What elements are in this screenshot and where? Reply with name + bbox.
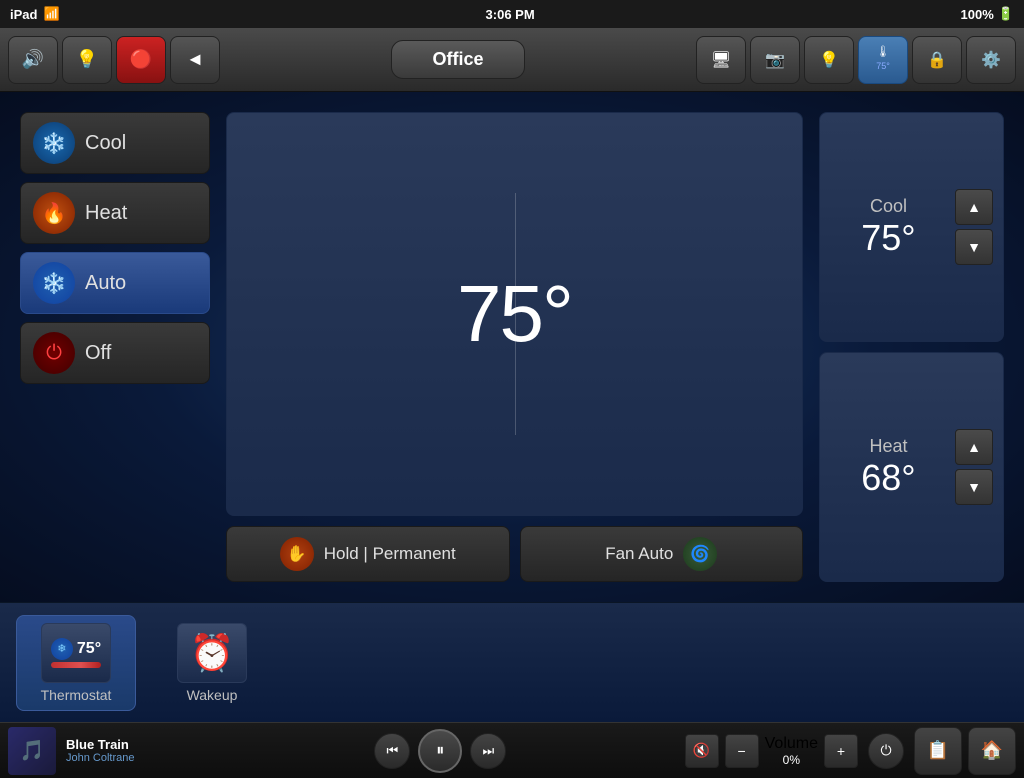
track-info: Blue Train John Coltrane (66, 737, 206, 764)
home-button[interactable]: 🏠 (968, 727, 1016, 775)
thermostat-nav-button[interactable]: 🌡75° (858, 36, 908, 84)
heat-setpoint-info: Heat 68° (830, 436, 947, 499)
main-content: ❄️ Cool 🔥 Heat ❄️ Auto ⏻ Off 75° (0, 92, 1024, 602)
heat-setpoint-arrows: ▲ ▼ (955, 429, 993, 505)
wakeup-icon: ⏰ (187, 628, 237, 678)
right-media-buttons: 📋 🏠 (914, 727, 1016, 775)
thermostat-mini-widget: ❄ 75° (51, 638, 101, 668)
status-bar: iPad 📶 3:06 PM 100% 🔋 (0, 0, 1024, 28)
status-time: 3:06 PM (486, 7, 535, 22)
lock-button[interactable]: 🔒 (912, 36, 962, 84)
mute-button[interactable]: 🔇 (685, 734, 719, 768)
status-left: iPad 📶 (10, 6, 60, 22)
settings-button[interactable]: ⚙️ (966, 36, 1016, 84)
thermostat-fav-label: Thermostat (41, 687, 112, 703)
thermostat-fav-icon: ❄ 75° (41, 623, 111, 683)
thermostat-mini-icon: 🌡75° (876, 46, 890, 72)
volume-label: Volume (765, 735, 818, 752)
cool-setpoint-arrows: ▲ ▼ (955, 189, 993, 265)
volume-display: Volume 0% (765, 735, 818, 767)
volume-value: 0% (765, 753, 818, 767)
nav-title-text: Office (391, 40, 524, 79)
volume-down-button[interactable]: − (725, 734, 759, 768)
heat-icon: 🔥 (33, 192, 75, 234)
track-name: Blue Train (66, 737, 206, 752)
device-label: iPad (10, 7, 37, 22)
heat-setpoint-value: 68° (830, 457, 947, 499)
nav-title: Office (224, 40, 692, 79)
battery-icon: 🔋 (998, 6, 1014, 22)
back-button[interactable]: ◄ (170, 36, 220, 84)
heat-up-button[interactable]: ▲ (955, 429, 993, 465)
cool-mode-button[interactable]: ❄️ Cool (20, 112, 210, 174)
thermo-mini-temp: 75° (77, 640, 101, 658)
status-right: 100% 🔋 (961, 6, 1014, 22)
cool-up-button[interactable]: ▲ (955, 189, 993, 225)
wifi-icon: 📶 (43, 6, 59, 22)
record-button[interactable]: 🔴 (116, 36, 166, 84)
sound-button[interactable]: 🔊 (8, 36, 58, 84)
nav-bar: 🔊 💡 🔴 ◄ Office 🖥 📷 💡 🌡75° 🔒 ⚙️ (0, 28, 1024, 92)
favorite-wakeup[interactable]: ⏰ Wakeup (152, 615, 272, 711)
light-button[interactable]: 💡 (62, 36, 112, 84)
heat-setpoint-label: Heat (830, 436, 947, 457)
prev-button[interactable]: ⏮ (374, 733, 410, 769)
thermo-mini-top: ❄ 75° (51, 638, 101, 660)
album-art: 🎵 (8, 727, 56, 775)
temp-display: 75° ✋ Hold | Permanent Fan Auto 🌀 (226, 112, 803, 582)
cool-setpoint-box: Cool 75° ▲ ▼ (819, 112, 1004, 342)
auto-icon: ❄️ (33, 262, 75, 304)
temp-main-display: 75° (226, 112, 803, 516)
auto-mode-button[interactable]: ❄️ Auto (20, 252, 210, 314)
heat-setpoint-box: Heat 68° ▲ ▼ (819, 352, 1004, 582)
heat-down-button[interactable]: ▼ (955, 469, 993, 505)
heat-label: Heat (85, 202, 127, 225)
camera-button[interactable]: 📷 (750, 36, 800, 84)
heat-mode-button[interactable]: 🔥 Heat (20, 182, 210, 244)
off-label: Off (85, 342, 111, 365)
thermostat-panel: ❄️ Cool 🔥 Heat ❄️ Auto ⏻ Off 75° (20, 112, 1004, 582)
hold-button[interactable]: ✋ Hold | Permanent (226, 526, 510, 582)
playlist-button[interactable]: 📋 (914, 727, 962, 775)
next-button[interactable]: ⏭ (470, 733, 506, 769)
cool-label: Cool (85, 132, 126, 155)
pause-button[interactable]: ⏸ (418, 729, 462, 773)
auto-label: Auto (85, 272, 126, 295)
mode-buttons: ❄️ Cool 🔥 Heat ❄️ Auto ⏻ Off (20, 112, 210, 582)
nav-right-buttons: 🖥 📷 💡 🌡75° 🔒 ⚙️ (696, 36, 1016, 84)
power-button[interactable]: ⏻ (868, 733, 904, 769)
thermo-mini-bar (51, 662, 101, 668)
volume-controls: 🔇 − Volume 0% + ⏻ (685, 733, 904, 769)
temp-divider (515, 193, 516, 434)
cool-setpoint-info: Cool 75° (830, 196, 947, 259)
hold-icon: ✋ (280, 537, 314, 571)
cool-setpoint-label: Cool (830, 196, 947, 217)
favorites-bar: ❄ 75° Thermostat ⏰ Wakeup (0, 602, 1024, 722)
lighting-button[interactable]: 💡 (804, 36, 854, 84)
media-bar: 🎵 Blue Train John Coltrane ⏮ ⏸ ⏭ 🔇 − Vol… (0, 722, 1024, 778)
favorite-thermostat[interactable]: ❄ 75° Thermostat (16, 615, 136, 711)
track-artist: John Coltrane (66, 752, 206, 764)
off-mode-button[interactable]: ⏻ Off (20, 322, 210, 384)
cool-down-button[interactable]: ▼ (955, 229, 993, 265)
battery-label: 100% (961, 7, 994, 22)
wakeup-fav-label: Wakeup (187, 687, 238, 703)
fan-icon: 🌀 (683, 537, 717, 571)
off-icon: ⏻ (33, 332, 75, 374)
setpoint-controls: Cool 75° ▲ ▼ Heat 68° ▲ ▼ (819, 112, 1004, 582)
wakeup-fav-icon: ⏰ (177, 623, 247, 683)
thermo-mini-mode-icon: ❄ (51, 638, 73, 660)
fan-label: Fan Auto (605, 544, 673, 564)
hold-label: Hold | Permanent (324, 544, 456, 564)
monitor-button[interactable]: 🖥 (696, 36, 746, 84)
cool-icon: ❄️ (33, 122, 75, 164)
temp-controls-bottom: ✋ Hold | Permanent Fan Auto 🌀 (226, 526, 803, 582)
fan-button[interactable]: Fan Auto 🌀 (520, 526, 804, 582)
playback-controls: ⏮ ⏸ ⏭ (206, 729, 675, 773)
volume-up-button[interactable]: + (824, 734, 858, 768)
cool-setpoint-value: 75° (830, 217, 947, 259)
